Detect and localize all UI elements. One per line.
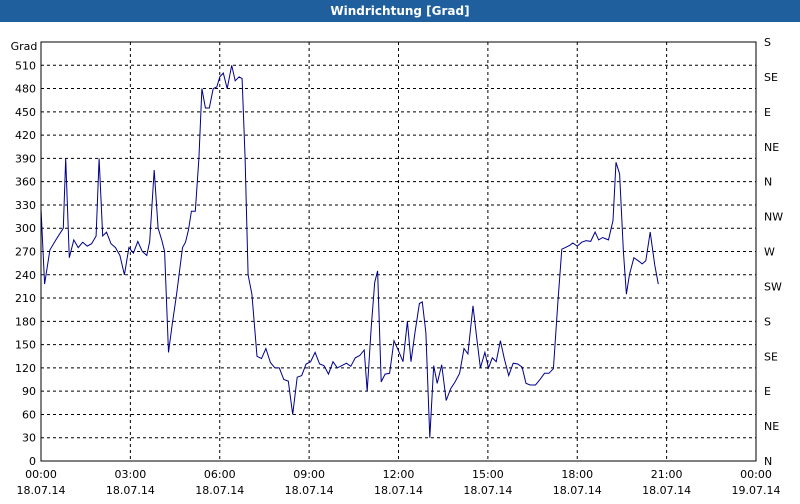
y-tick-label: 60 [22,408,36,421]
x-tick-date-label: 18.07.14 [17,484,66,497]
y-tick-label: 120 [15,362,36,375]
window-title: Windrichtung [Grad] [0,0,800,22]
x-tick-date-label: 18.07.14 [374,484,423,497]
y-tick-label: 300 [15,222,36,235]
y-axis-label: Grad [11,40,38,53]
y-tick-label: 270 [15,246,36,259]
y-tick-label: 30 [22,432,36,445]
x-tick-time-label: 21:00 [651,468,683,481]
y2-tick-label: SE [764,350,778,363]
y-tick-label: 450 [15,106,36,119]
y-tick-label: 180 [15,315,36,328]
y2-tick-label: N [764,176,772,189]
y2-tick-label: SW [764,280,782,293]
x-tick-time-label: 06:00 [204,468,236,481]
x-tick-date-label: 18.07.14 [285,484,334,497]
y2-tick-label: S [764,315,771,328]
x-tick-date-label: 18.07.14 [195,484,244,497]
y-tick-label: 0 [29,455,36,468]
y2-tick-label: NE [764,141,779,154]
y-tick-label: 150 [15,339,36,352]
y-tick-label: 420 [15,129,36,142]
x-tick-date-label: 18.07.14 [553,484,602,497]
y-tick-label: 360 [15,176,36,189]
y-tick-label: 240 [15,269,36,282]
y2-tick-label: NE [764,420,779,433]
x-tick-date-label: 18.07.14 [642,484,691,497]
x-tick-time-label: 00:00 [25,468,57,481]
y2-tick-label: SE [764,71,778,84]
wind-direction-chart: Grad 0 30 60 90 120 150 180 210 240 270 300 330 360 3… [11,36,784,497]
y-tick-label: 330 [15,199,36,212]
x-tick-time-label: 15:00 [472,468,504,481]
x-tick-time-label: 18:00 [561,468,593,481]
y2-tick-label: S [764,36,771,49]
x-tick-time-label: 03:00 [115,468,147,481]
y-tick-label: 480 [15,83,36,96]
x-tick-time-label: 09:00 [293,468,325,481]
grid [41,42,756,461]
y2-tick-label: W [764,246,775,259]
y2-tick-label: E [764,385,771,398]
x-tick-date-label: 19.07.14 [732,484,781,497]
y-tick-label: 390 [15,152,36,165]
x-tick-time-label: 12:00 [383,468,415,481]
y2-tick-label: NW [764,211,783,224]
x-tick-date-label: 18.07.14 [106,484,155,497]
y-tick-label: 510 [15,59,36,72]
chart-area: Grad 0 30 60 90 120 150 180 210 240 270 300 330 360 3… [0,22,800,500]
x-tick-time-label: 00:00 [740,468,772,481]
y2-tick-label: E [764,106,771,119]
y2-tick-label: N [764,455,772,468]
y-tick-label: 90 [22,385,36,398]
x-tick-date-label: 18.07.14 [463,484,512,497]
y-tick-label: 210 [15,292,36,305]
